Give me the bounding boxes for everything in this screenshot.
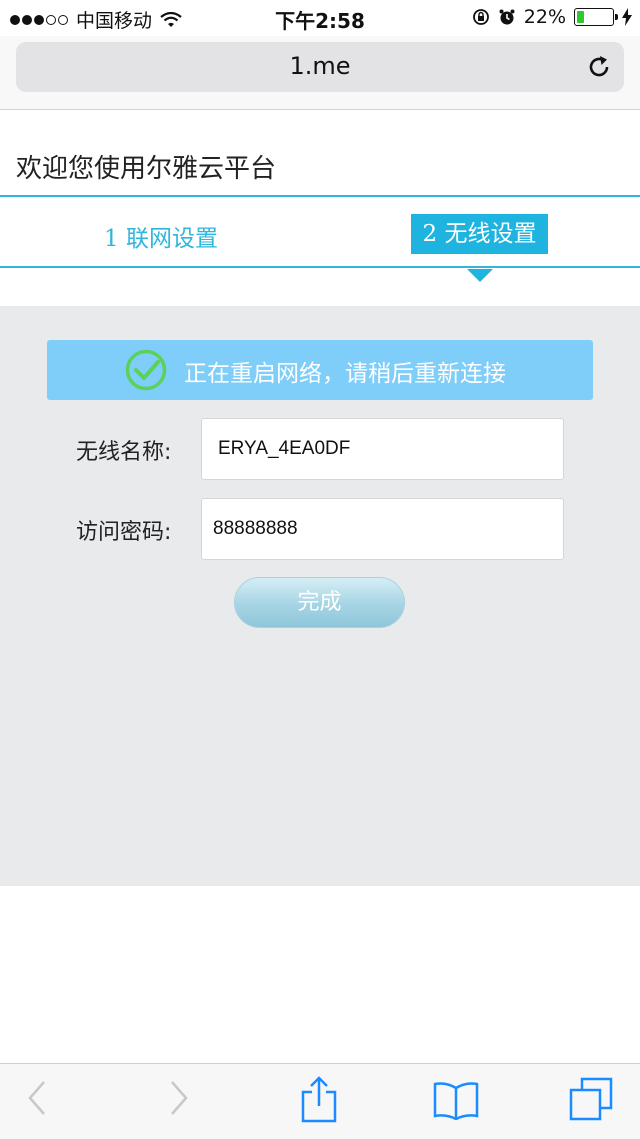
url-text[interactable]: 1.me [16, 52, 624, 80]
address-bar[interactable]: 1.me [16, 42, 624, 92]
tab-wireless-settings[interactable]: 2 无线设置 [411, 214, 548, 254]
tabs-icon[interactable] [568, 1076, 614, 1122]
forward-icon[interactable] [168, 1078, 190, 1118]
back-icon[interactable] [26, 1078, 48, 1118]
password-label: 访问密码: [76, 520, 172, 545]
ssid-label: 无线名称: [76, 440, 172, 465]
page-title: 欢迎您使用尔雅云平台 [16, 154, 277, 184]
lock-rotation-icon [472, 9, 489, 25]
reload-icon[interactable] [586, 54, 612, 80]
battery-fill [577, 11, 584, 23]
bookmarks-icon[interactable] [432, 1080, 480, 1120]
active-step-indicator [467, 269, 493, 282]
done-button[interactable]: 完成 [234, 577, 405, 628]
share-icon[interactable] [300, 1076, 338, 1124]
browser-toolbar [0, 1063, 640, 1139]
status-bar: 中国移动 下午2:58 22% [0, 0, 640, 36]
browser-chrome: 1.me [0, 36, 640, 110]
wireless-settings-panel: 正在重启网络，请稍后重新连接 无线名称: ERYA_4EA0DF 访问密码: 8… [0, 306, 640, 886]
battery-percent: 22% [523, 6, 566, 28]
notice-text: 正在重启网络，请稍后重新连接 [184, 361, 506, 387]
ssid-input[interactable]: ERYA_4EA0DF [201, 418, 564, 480]
check-circle-icon [125, 349, 167, 391]
charging-icon [622, 8, 632, 26]
step-tabs: 1 联网设置 2 无线设置 [0, 195, 640, 268]
alarm-icon [499, 9, 515, 25]
status-right: 22% [472, 6, 632, 28]
battery-icon [574, 8, 618, 26]
notice-banner: 正在重启网络，请稍后重新连接 [47, 340, 593, 400]
tab-network-settings[interactable]: 1 联网设置 [104, 219, 218, 253]
password-input[interactable]: 88888888 [201, 498, 564, 560]
